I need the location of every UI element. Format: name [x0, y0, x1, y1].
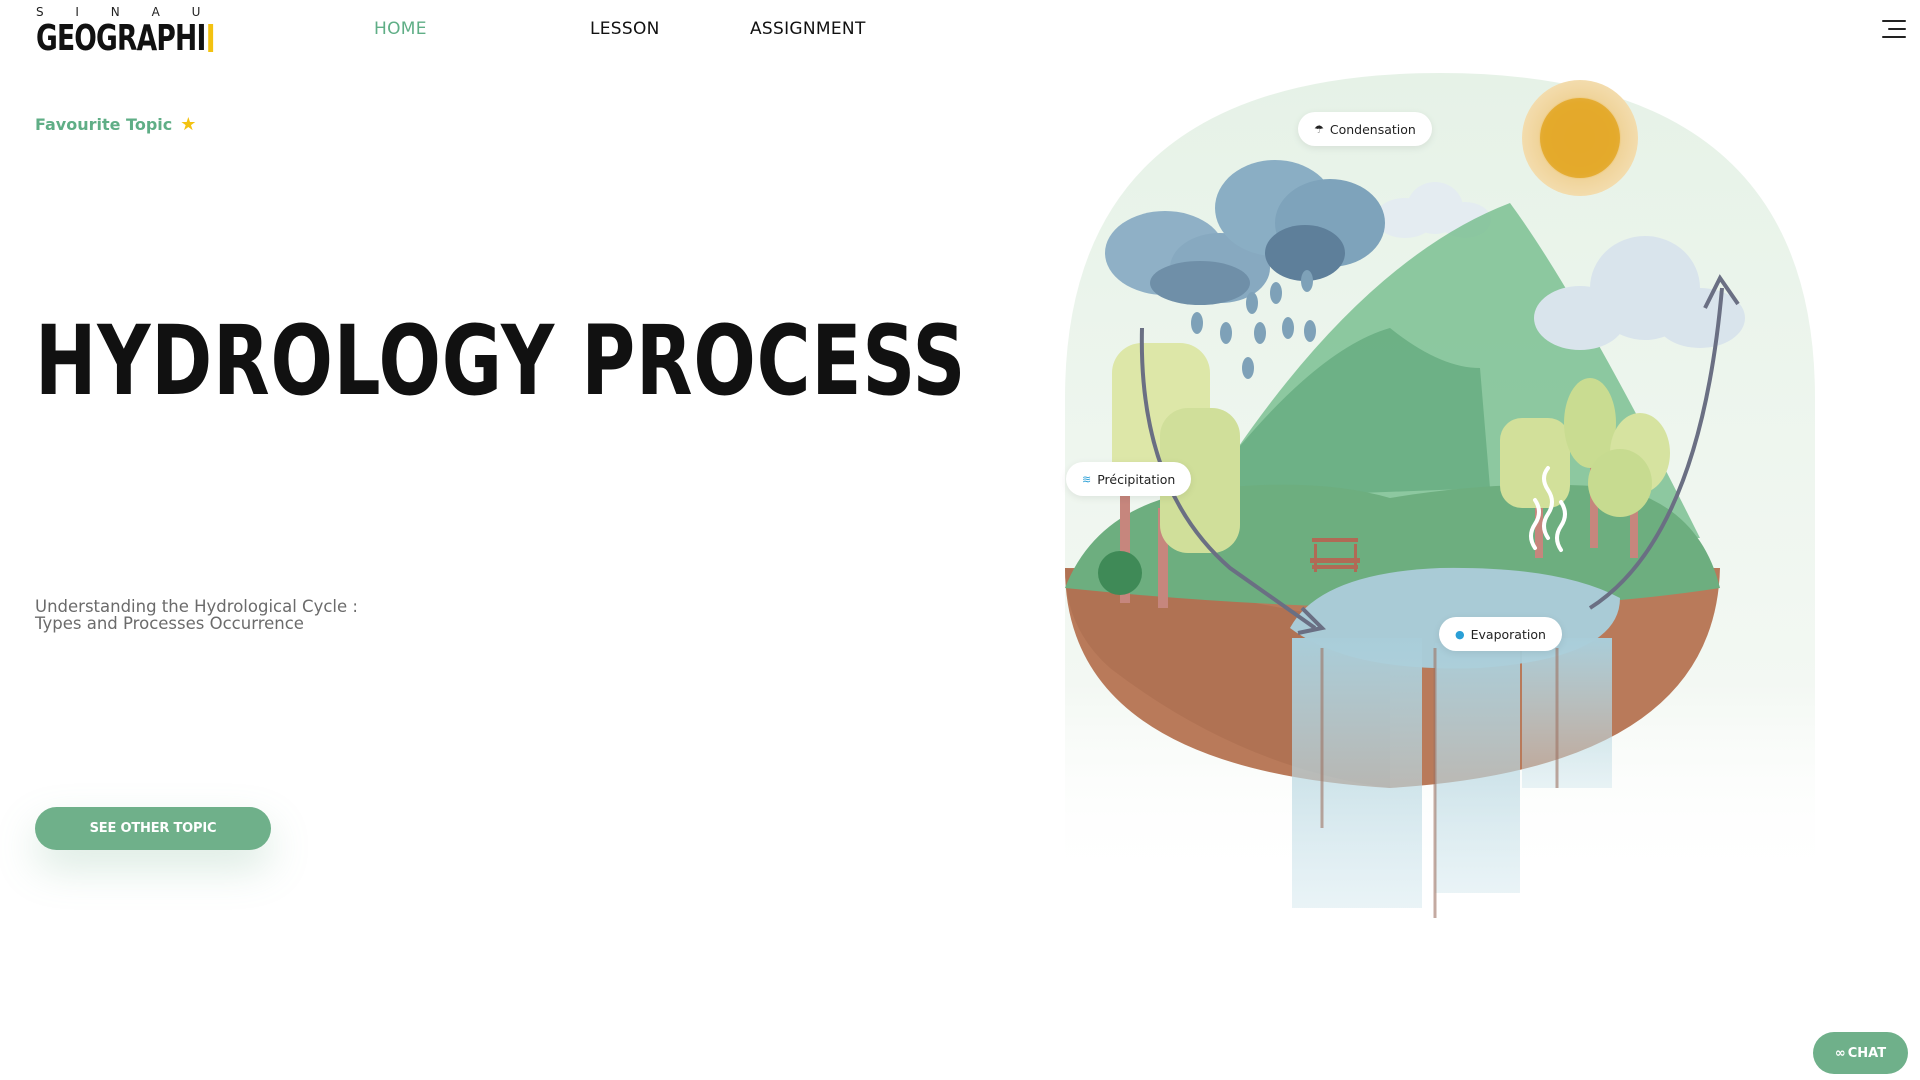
subtitle: Understanding the Hydrological Cycle : T… — [35, 598, 358, 632]
page: S I N A U GEOGRAPHI HOME LESSON ASSIGNME… — [0, 0, 1920, 1080]
favourite-topic-label: Favourite Topic — [35, 115, 173, 134]
favourite-topic[interactable]: Favourite Topic ★ — [35, 114, 196, 135]
brand-bar — [207, 24, 213, 52]
page-title: HYDROLOGY PROCESS — [35, 305, 967, 417]
nav-home[interactable]: HOME — [374, 19, 590, 39]
nav-lesson[interactable]: LESSON — [590, 19, 750, 39]
water-cycle-illustration — [1065, 73, 1815, 918]
brand-logo-main: GEOGRAPHI — [36, 21, 213, 57]
brand-logo-top: S I N A U — [36, 5, 215, 19]
precipitation-text: Précipitation — [1097, 471, 1176, 487]
nav-assignment[interactable]: ASSIGNMENT — [750, 19, 866, 39]
condensation-text: Condensation — [1329, 121, 1416, 137]
star-icon: ★ — [180, 114, 197, 135]
subtitle-line-1: Understanding the Hydrological Cycle : — [35, 597, 358, 616]
chat-label: CHAT — [1847, 1045, 1887, 1061]
subtitle-line-2: Types and Processes Occurrence — [35, 614, 304, 633]
evaporation-text: Evaporation — [1470, 626, 1546, 642]
droplet-icon: ● — [1455, 627, 1465, 641]
cloud-rain-icon: ☂ — [1314, 122, 1324, 136]
main-nav: HOME LESSON ASSIGNMENT — [374, 19, 866, 39]
precipitation-label[interactable]: ≋ Précipitation — [1066, 462, 1192, 496]
menu-icon[interactable] — [1882, 20, 1906, 38]
chat-icon: ∞ — [1834, 1045, 1846, 1061]
see-other-topic-button[interactable]: SEE OTHER TOPIC — [35, 807, 271, 850]
brand-logo[interactable]: S I N A U GEOGRAPHI — [36, 6, 252, 57]
brand-logo-text: GEOGRAPHI — [36, 18, 206, 59]
wave-icon: ≋ — [1082, 472, 1092, 486]
chat-button[interactable]: ∞ CHAT — [1813, 1032, 1908, 1074]
evaporation-label[interactable]: ● Evaporation — [1439, 617, 1562, 651]
condensation-label[interactable]: ☂ Condensation — [1298, 112, 1432, 146]
